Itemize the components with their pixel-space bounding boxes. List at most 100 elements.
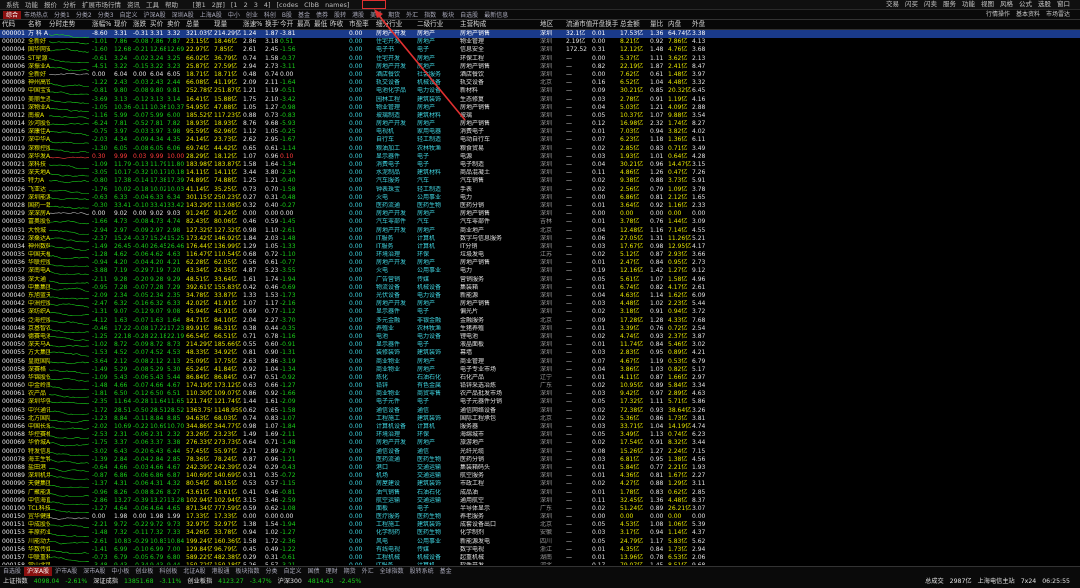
table-row[interactable]: 000153 丰原药业 -1.48 7.32 -0.11 7.32 7.33 0.94 1.02… <box>0 529 1080 538</box>
trade-menu-item[interactable]: 闪卖 <box>921 0 940 9</box>
tab-10[interactable]: 创业 <box>243 11 261 19</box>
table-row[interactable]: 000023 深天地A -3.05 10.17 -0.32 10.17 10.18 3.44 3… <box>0 169 1080 177</box>
table-row[interactable]: 000088 盐田港 -0.64 4.66 -0.03 4.66 4.67 0.24 0.29 2… <box>0 464 1080 472</box>
footer-tab[interactable]: 分类 <box>263 567 281 576</box>
screen-switch[interactable]: names] <box>322 1 352 9</box>
tab-9[interactable]: 中小 <box>225 11 243 19</box>
column-header[interactable]: 总金额 <box>620 20 648 29</box>
table-row[interactable]: 000027 深圳能源 -0.63 6.33 -0.04 6.33 6.34 0.27 0.31… <box>0 194 1080 202</box>
column-header[interactable]: 涨跌 <box>133 20 149 29</box>
screen-switch[interactable]: 4] <box>261 1 274 9</box>
table-row[interactable]: 000019 深粮控股 -1.30 6.05 -0.08 6.05 6.06 0.65 0.61… <box>0 145 1080 153</box>
tab-0[interactable]: 综合 <box>3 11 22 19</box>
column-header[interactable]: 开盘换手% <box>592 20 618 29</box>
tab-tool[interactable]: 市场雷达 <box>1043 10 1073 19</box>
table-row[interactable]: 000020 深华发A 0.30 9.99 0.03 9.99 10.00 1.07 0.96 2… <box>0 153 1080 161</box>
tab-11[interactable]: 科创 <box>261 11 279 19</box>
column-header[interactable]: 分时走势 <box>49 20 91 29</box>
table-row[interactable]: 000016 深康佳A -0.75 3.97 -0.03 3.97 3.98 1.12 1.05… <box>0 128 1080 137</box>
table-row[interactable]: 000045 深纺织A -1.31 9.07 -0.12 9.07 9.08 0.69 0.77… <box>0 308 1080 317</box>
footer-tab[interactable]: 中小板 <box>108 567 132 576</box>
table-row[interactable]: 000031 大悦城 -2.94 2.97 -0.09 2.97 2.98 0.98 1.10 1… <box>0 227 1080 235</box>
tab-18[interactable]: 期货 <box>385 11 403 19</box>
table-row[interactable]: 000050 深天马A -1.02 8.72 -0.09 8.72 8.73 0.55 0.60… <box>0 341 1080 349</box>
column-header[interactable]: 现价 <box>114 20 132 29</box>
tab-21[interactable]: 板块 <box>439 11 457 19</box>
tab-19[interactable]: 外汇 <box>403 11 421 19</box>
footer-tab[interactable]: 港股通 <box>209 567 233 576</box>
screen-switch[interactable]: [1 <box>228 1 241 9</box>
tab-1[interactable]: 市场热点 <box>21 11 51 19</box>
table-row[interactable]: 000150 宜华健康 0.00 1.98 0.00 1.98 1.99 0.00 0.00 17… <box>0 513 1080 521</box>
footer-tab[interactable]: 外汇 <box>359 567 377 576</box>
view-menu-item[interactable]: 窗口 <box>1054 0 1073 9</box>
footer-tab[interactable]: 股转系统 <box>407 567 437 576</box>
view-menu-item[interactable]: 风格 <box>997 0 1016 9</box>
table-row[interactable]: 000049 德赛电池 -1.25 22.18 -0.28 22.18 22.19 0.71 0… <box>0 333 1080 341</box>
table-row[interactable]: 000068 华控赛格 -2.53 2.31 -0.06 2.31 2.32 1.49 1.69… <box>0 431 1080 439</box>
trade-menu-item[interactable]: 服务 <box>940 0 959 9</box>
tab-4[interactable]: 分类3 <box>95 11 117 19</box>
tab-12[interactable]: B股 <box>279 11 295 19</box>
table-row[interactable]: 000021 深科技 -1.09 11.79 -0.13 11.79 11.80 1.58 1.… <box>0 161 1080 169</box>
table-row[interactable]: 000056 皇庭国际 -3.64 2.12 -0.08 2.12 2.13 2.63 2.86… <box>0 358 1080 366</box>
screen-switch[interactable]: 3 <box>251 1 261 9</box>
menu-item[interactable]: 报价 <box>41 1 60 9</box>
column-header[interactable]: 卖价 <box>167 20 185 29</box>
footer-tab[interactable]: 基金 <box>437 567 455 576</box>
column-header[interactable]: 名称 <box>28 20 50 29</box>
tab-13[interactable]: 基金 <box>295 11 313 19</box>
table-row[interactable]: 000011 深物业A -1.05 10.36 -0.11 10.36 10.37 1.05 1… <box>0 104 1080 112</box>
table-row[interactable]: 000065 北方国际 -1.23 8.84 -0.11 8.84 8.85 0.74 0.83… <box>0 415 1080 423</box>
table-row[interactable]: 000008 神州高铁 -1.22 2.43 -0.03 2.43 2.44 2.09 2.11… <box>0 79 1080 87</box>
footer-tab[interactable]: 沪深A股 <box>24 567 53 576</box>
table-row[interactable]: 000037 深南电A -3.88 7.19 -0.29 7.19 7.20 4.87 5.23… <box>0 267 1080 276</box>
column-header[interactable]: 最低 <box>314 20 329 29</box>
table-row[interactable]: 000026 飞亚达 -1.76 10.02 -0.18 10.02 10.03 0.73 0.… <box>0 186 1080 194</box>
table-row[interactable]: 000007 全新好 0.00 6.04 0.00 6.04 6.05 0.48 0.74 18.… <box>0 71 1080 79</box>
tab-3[interactable]: 分类2 <box>73 11 95 19</box>
column-header[interactable]: 总量 <box>186 20 212 29</box>
footer-tab[interactable]: 北证A股 <box>180 567 208 576</box>
table-row[interactable]: 000009 中国宝安 -0.81 9.80 -0.08 9.80 9.81 1.21 1.19… <box>0 87 1080 96</box>
column-header[interactable]: 主营构成 <box>460 20 538 29</box>
column-header[interactable]: 量比 <box>650 20 668 29</box>
index-name[interactable]: 上证指数 <box>0 576 31 587</box>
index-name[interactable]: 创业板指 <box>184 576 215 587</box>
table-row[interactable]: 000066 中国长城 -2.02 10.69 -0.22 10.69 10.70 0.98 1… <box>0 423 1080 431</box>
footer-tab[interactable]: 深市A股 <box>80 567 108 576</box>
table-row[interactable]: 000099 中信海直 -2.86 13.27 -0.39 13.27 13.28 3.15 3… <box>0 497 1080 505</box>
table-row[interactable]: 000090 天健集团 -1.37 4.31 -0.06 4.31 4.32 0.53 0.57… <box>0 480 1080 489</box>
tab-23[interactable]: 最新信息 <box>481 11 511 19</box>
table-row[interactable]: 000062 深圳华强 -2.35 11.64 -0.28 11.64 11.65 1.44 1… <box>0 398 1080 406</box>
table-row[interactable]: 000157 中联重科 -0.73 6.79 -0.05 6.79 6.80 0.29 0.31… <box>0 554 1080 562</box>
tab-8[interactable]: 上海A股 <box>197 11 225 19</box>
table-row[interactable]: 000005 ST星源 -0.61 3.24 -0.02 3.24 3.25 0.74 1.58… <box>0 55 1080 63</box>
index-name[interactable]: 沪深300 <box>275 576 305 587</box>
table-row[interactable]: 000032 深桑达A -2.37 15.24 -0.37 15.24 15.25 1.84 2… <box>0 235 1080 243</box>
footer-tab[interactable]: 国债 <box>305 567 323 576</box>
menu-item[interactable]: 扩展市场行情 <box>79 1 124 9</box>
table-row[interactable]: 000059 华锦股份 -1.09 5.43 -0.06 5.43 5.44 0.47 0.51… <box>0 374 1080 382</box>
table-row[interactable]: 000006 深振业A -4.51 3.22 -0.15 3.22 3.23 2.94 2.73… <box>0 63 1080 71</box>
view-menu-item[interactable]: 功能 <box>959 0 978 9</box>
menu-item[interactable]: 工具 <box>143 1 162 9</box>
table-row[interactable]: 000096 广聚能源 -0.96 8.26 -0.08 8.26 8.27 0.41 0.46… <box>0 489 1080 497</box>
table-row[interactable]: 000048 京基智农 -0.46 17.22 -0.08 17.22 17.23 0.38 0… <box>0 325 1080 333</box>
column-header[interactable]: 现量 <box>214 20 242 29</box>
view-menu-item[interactable]: 视图 <box>978 0 997 9</box>
menu-item[interactable]: 资讯 <box>124 1 143 9</box>
footer-tab[interactable]: 沪市A股 <box>52 567 80 576</box>
table-row[interactable]: 000002 全新好 -1.01 7.86 -0.08 7.86 7.87 2.86 3.18 2… <box>0 38 1080 46</box>
table-row[interactable]: 000036 华联控股 -0.94 4.20 -0.04 4.20 4.21 0.56 0.61… <box>0 259 1080 268</box>
table-row[interactable]: 000070 特发信息 -3.02 6.43 -0.20 6.43 6.44 2.71 2.89… <box>0 448 1080 456</box>
table-row[interactable]: 000025 特力A -0.80 17.38 -0.14 17.38 17.39 1.25 1.… <box>0 177 1080 185</box>
column-header[interactable]: 外盘 <box>692 20 718 29</box>
tab-tool[interactable]: 行情操作 <box>983 10 1013 19</box>
footer-tab[interactable]: 全球指数 <box>377 567 407 576</box>
table-row[interactable]: 000040 东旭蓝天 -2.09 2.34 -0.05 2.34 2.35 1.33 1.53… <box>0 292 1080 300</box>
table-row[interactable]: 000063 中兴通讯 -1.72 28.51 -0.50 28.51 28.52 0.62 0… <box>0 407 1080 415</box>
tab-7[interactable]: 深圳A股 <box>169 11 197 19</box>
column-header[interactable]: 昨收 <box>330 20 348 29</box>
index-name[interactable]: 深证成指 <box>90 576 121 587</box>
